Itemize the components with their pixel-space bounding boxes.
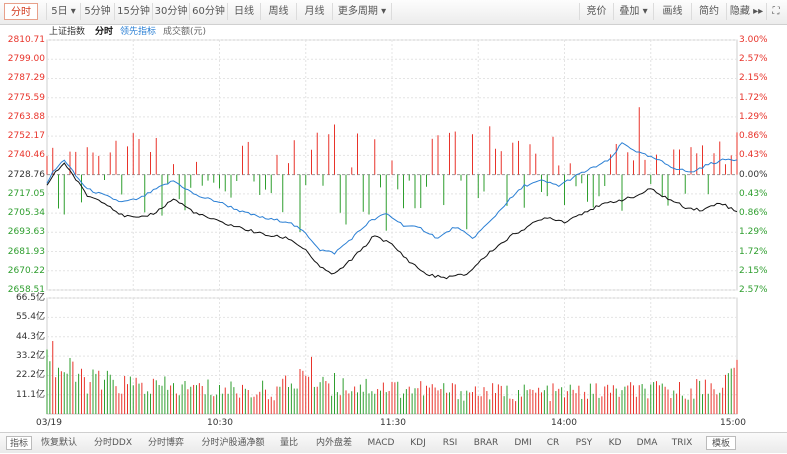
x-label-1030: 10:30 (207, 418, 233, 428)
indicator-kdj[interactable]: KDJ (404, 436, 432, 450)
indicator-inner-outer[interactable]: 内外盘差 (309, 436, 359, 450)
indicator-tab-label[interactable]: 指标 (6, 436, 32, 450)
x-label-1500: 15:00 (720, 418, 746, 428)
indicator-bar: 指标 恢复默认 分时DDX 分时博弈 分时沪股通净额 量比 内外盘差 MACD … (0, 432, 787, 453)
intraday-chart (46, 39, 738, 415)
indicator-psy[interactable]: PSY (570, 436, 598, 450)
restore-default-button[interactable]: 恢复默认 (36, 436, 82, 450)
x-label-1400: 14:00 (551, 418, 577, 428)
indicator-cr[interactable]: CR (541, 436, 565, 450)
indicator-kd[interactable]: KD (603, 436, 627, 450)
indicator-dma[interactable]: DMA (632, 436, 662, 450)
indicator-macd[interactable]: MACD (363, 436, 399, 450)
indicator-brar[interactable]: BRAR (469, 436, 503, 450)
indicator-rsi[interactable]: RSI (436, 436, 464, 450)
template-button[interactable]: 模板 (706, 436, 736, 450)
indicator-hsgt[interactable]: 分时沪股通净额 (196, 436, 270, 450)
indicator-game[interactable]: 分时博弈 (142, 436, 190, 450)
indicator-dmi[interactable]: DMI (509, 436, 537, 450)
x-label-1130: 11:30 (380, 418, 406, 428)
indicator-ddx[interactable]: 分时DDX (88, 436, 138, 450)
x-label-date: 03/19 (36, 418, 62, 428)
indicator-volume-ratio[interactable]: 量比 (276, 436, 302, 450)
indicator-trix[interactable]: TRIX (667, 436, 697, 450)
